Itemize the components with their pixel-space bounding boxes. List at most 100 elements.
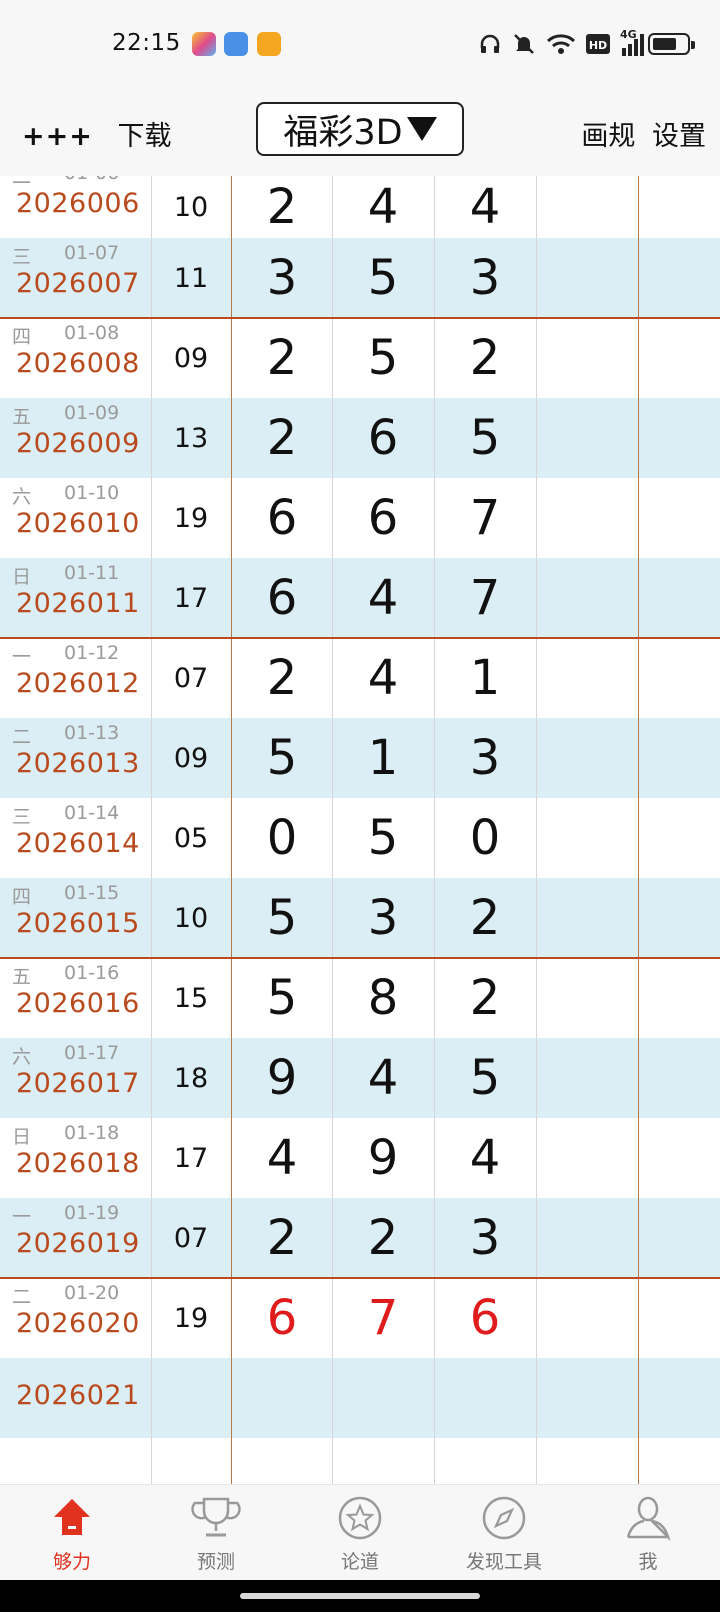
nav-tab-forum[interactable]: 论道 bbox=[288, 1485, 432, 1581]
issue-number: 2026006 bbox=[16, 188, 140, 219]
sum-value: 17 bbox=[173, 582, 209, 614]
nav-tab-discover-tools[interactable]: 发现工具 bbox=[432, 1485, 576, 1581]
issue-number: 2026012 bbox=[16, 668, 140, 699]
weekday-label: 五 bbox=[12, 966, 32, 988]
week-separator bbox=[0, 957, 720, 959]
weekday-label: 一 bbox=[12, 646, 32, 668]
draw-digit-3: 4 bbox=[469, 1130, 501, 1186]
draw-digit-3: 3 bbox=[469, 1210, 501, 1266]
draw-digit-2: 6 bbox=[367, 410, 399, 466]
draw-rules-button[interactable]: 画规 bbox=[581, 121, 635, 152]
nav-label: 我 bbox=[638, 1551, 658, 1573]
top-toolbar: +++ 下载 福彩3D 画规 设置 bbox=[0, 90, 720, 176]
lottery-type-dropdown[interactable]: 福彩3D bbox=[256, 102, 464, 156]
weekday-label: 五 bbox=[12, 406, 32, 428]
dropdown-triangle-icon bbox=[406, 117, 437, 141]
draw-date: 01-14 bbox=[64, 802, 120, 824]
draw-digit-2: 7 bbox=[367, 1290, 399, 1346]
weekday-label: 日 bbox=[12, 566, 32, 588]
week-separator bbox=[0, 1277, 720, 1279]
draw-digit-3: 2 bbox=[469, 890, 501, 946]
toolbar-left: +++ 下载 bbox=[22, 114, 171, 153]
issue-cell: 日 01-11 2026011 bbox=[0, 558, 151, 638]
mute-bell-icon bbox=[514, 34, 534, 54]
download-button[interactable]: 下载 bbox=[117, 121, 171, 152]
table-row[interactable]: 二01-06202600610244 bbox=[0, 176, 720, 238]
draw-date: 01-06 bbox=[64, 176, 119, 184]
sum-value: 10 bbox=[173, 191, 209, 223]
sum-value: 19 bbox=[173, 1302, 209, 1334]
table-row[interactable]: 日 01-11 2026011 17 6 4 7 bbox=[0, 558, 720, 638]
draw-digit-3: 7 bbox=[469, 570, 501, 626]
table-row[interactable]: 六 01-17 2026017 18 9 4 5 bbox=[0, 1038, 720, 1118]
weekday-label: 二 bbox=[12, 1286, 32, 1308]
table-row[interactable]: 五 01-09 2026009 13 2 6 5 bbox=[0, 398, 720, 478]
draw-digit-1: 4 bbox=[266, 1130, 298, 1186]
column-divider bbox=[434, 176, 435, 1484]
draw-date: 01-17 bbox=[64, 1042, 120, 1064]
settings-button[interactable]: 设置 bbox=[652, 121, 706, 152]
draw-date: 01-10 bbox=[64, 482, 120, 504]
status-time: 22:15 bbox=[112, 30, 181, 56]
table-row[interactable]: 一 01-12 2026012 07 2 4 1 bbox=[0, 638, 720, 718]
draw-digit-2: 4 bbox=[367, 1050, 399, 1106]
table-row[interactable]: 六 01-10 2026010 19 6 6 7 bbox=[0, 478, 720, 558]
draw-digit-3: 2 bbox=[469, 970, 501, 1026]
draw-digit-1: 6 bbox=[266, 570, 298, 626]
nav-tab-gouli[interactable]: 够力 bbox=[0, 1485, 144, 1581]
table-row[interactable]: 日 01-18 2026018 17 4 9 4 bbox=[0, 1118, 720, 1198]
home-icon bbox=[54, 1499, 90, 1535]
table-row[interactable]: 三 01-14 2026014 05 0 5 0 bbox=[0, 798, 720, 878]
draw-digit-2: 8 bbox=[367, 970, 399, 1026]
draw-digit-1: 5 bbox=[266, 730, 298, 786]
nav-tab-predict[interactable]: 预测 bbox=[144, 1485, 288, 1581]
table-row[interactable]: 四 01-15 2026015 10 5 3 2 bbox=[0, 878, 720, 958]
trophy-icon bbox=[191, 1497, 241, 1537]
nav-label: 够力 bbox=[52, 1551, 91, 1573]
toolbar-right: 画规 设置 bbox=[573, 114, 706, 153]
table-row[interactable]: 五 01-16 2026016 15 5 8 2 bbox=[0, 958, 720, 1038]
weekday-label: 一 bbox=[12, 1206, 32, 1228]
weekday-label: 三 bbox=[12, 806, 32, 828]
table-row[interactable]: 2026021 bbox=[0, 1358, 720, 1438]
sum-value: 07 bbox=[173, 662, 209, 694]
nav-tab-me[interactable]: 我 bbox=[576, 1485, 720, 1581]
add-button[interactable]: +++ bbox=[22, 121, 93, 152]
table-row[interactable]: 二 01-20 2026020 19 6 7 6 bbox=[0, 1278, 720, 1358]
draw-digit-3: 5 bbox=[469, 410, 501, 466]
draw-history-table[interactable]: 二01-06202600610244三01-07202600711353四01-… bbox=[0, 176, 720, 1484]
draw-digit-1 bbox=[231, 1358, 333, 1438]
issue-cell: 三 01-07 2026007 bbox=[0, 238, 151, 318]
table-row[interactable]: 三 01-07 2026007 11 3 5 3 bbox=[0, 238, 720, 318]
draw-digit-2 bbox=[332, 1358, 434, 1438]
weekday-label: 三 bbox=[12, 246, 32, 268]
draw-digit-1: 2 bbox=[266, 410, 298, 466]
issue-cell: 日 01-18 2026018 bbox=[0, 1118, 151, 1198]
home-indicator[interactable] bbox=[240, 1593, 480, 1599]
table-row[interactable]: 一 01-19 2026019 07 2 2 3 bbox=[0, 1198, 720, 1278]
draw-digit-1: 3 bbox=[266, 250, 298, 306]
sum-value: 09 bbox=[173, 742, 209, 774]
issue-cell: 二 01-20 2026020 bbox=[0, 1278, 151, 1358]
draw-date: 01-15 bbox=[64, 882, 120, 904]
draw-digit-3: 1 bbox=[469, 650, 501, 706]
issue-cell: 一 01-19 2026019 bbox=[0, 1198, 151, 1278]
table-row[interactable]: 四 01-08 2026008 09 2 5 2 bbox=[0, 318, 720, 398]
draw-digit-1: 2 bbox=[266, 1210, 298, 1266]
sum-value bbox=[151, 1358, 231, 1438]
draw-digit-3 bbox=[434, 1358, 536, 1438]
issue-number: 2026015 bbox=[16, 908, 140, 939]
draw-date: 01-07 bbox=[64, 242, 120, 264]
issue-number: 2026008 bbox=[16, 348, 140, 379]
draw-digit-1: 2 bbox=[266, 650, 298, 706]
draw-digit-2: 6 bbox=[367, 490, 399, 546]
issue-cell: 六 01-17 2026017 bbox=[0, 1038, 151, 1118]
status-bar: 22:15 HD 4G bbox=[0, 0, 720, 90]
issue-number: 2026009 bbox=[16, 428, 140, 459]
bottom-navigation: 够力 预测 论道 发现工具 我 bbox=[0, 1484, 720, 1580]
draw-digit-1: 5 bbox=[266, 890, 298, 946]
sum-value: 15 bbox=[173, 982, 209, 1014]
draw-digit-3: 0 bbox=[469, 810, 501, 866]
table-row[interactable]: 二 01-13 2026013 09 5 1 3 bbox=[0, 718, 720, 798]
issue-number: 2026018 bbox=[16, 1148, 140, 1179]
